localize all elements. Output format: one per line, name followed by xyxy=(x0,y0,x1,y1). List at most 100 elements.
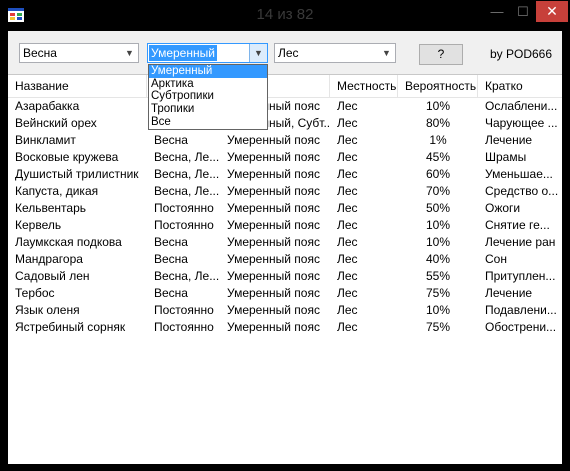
chevron-down-icon[interactable]: ▼ xyxy=(121,44,138,62)
table-header: Название Местность Вероятность Кратко xyxy=(8,75,562,98)
cell-chance: 10% xyxy=(425,303,451,317)
app-window: 14 из 82 — ☐ ✕ Весна ▼ Умеренный ▼ Лес ▼… xyxy=(0,0,570,471)
table-row[interactable]: Капуста, дикая Весна, Ле... Умеренный пояс… xyxy=(8,183,562,200)
help-button[interactable]: ? xyxy=(419,44,463,65)
table-row[interactable]: Ястребиный сорняк Постоянно Умеренный пояс… xyxy=(8,319,562,336)
cell-name: Кервель xyxy=(15,218,62,232)
cell-zone: Умеренный пояс xyxy=(227,167,320,181)
cell-summary: Лечение xyxy=(485,133,533,147)
column-header-terrain[interactable]: Местность xyxy=(330,75,398,97)
cell-terrain: Лес xyxy=(337,252,358,266)
author-label: by POD666 xyxy=(490,47,553,61)
cell-zone: Умеренный пояс xyxy=(227,218,320,232)
cell-terrain: Лес xyxy=(337,201,358,215)
terrain-select[interactable]: Лес ▼ xyxy=(274,43,396,63)
cell-terrain: Лес xyxy=(337,218,358,232)
table-row[interactable]: Тербос Весна Умеренный пояс Лес 75% Лечение xyxy=(8,285,562,302)
cell-zone: Умеренный пояс xyxy=(227,286,320,300)
table-row[interactable]: Вейнский орех Умеренный, Субт... Лес 80% Чар… xyxy=(8,115,562,132)
chevron-down-icon[interactable]: ▼ xyxy=(249,44,267,62)
table-row[interactable]: Садовый лен Весна, Ле... Умеренный пояс Лес… xyxy=(8,268,562,285)
table-row[interactable]: Кервель Постоянно Умеренный пояс Лес 10% Снят… xyxy=(8,217,562,234)
table-row[interactable]: Мандрагора Весна Умеренный пояс Лес 40% Сон xyxy=(8,251,562,268)
cell-name: Винкламит xyxy=(15,133,76,147)
cell-chance: 70% xyxy=(425,184,451,198)
minimize-button[interactable]: — xyxy=(484,1,510,22)
cell-zone: Умеренный пояс xyxy=(227,252,320,266)
cell-zone: Умеренный пояс xyxy=(227,235,320,249)
cell-season: Весна, Ле... xyxy=(154,167,220,181)
cell-chance: 40% xyxy=(425,252,451,266)
table-row[interactable]: Азарабакка Умеренный пояс Лес 10% Ослаблени.… xyxy=(8,98,562,115)
table-row[interactable]: Винкламит Весна Умеренный пояс Лес 1% Лечение xyxy=(8,132,562,149)
cell-chance: 10% xyxy=(425,99,451,113)
cell-chance: 55% xyxy=(425,269,451,283)
cell-chance: 10% xyxy=(425,218,451,232)
column-header-summary[interactable]: Кратко xyxy=(478,75,562,97)
cell-name: Садовый лен xyxy=(15,269,90,283)
chevron-down-icon[interactable]: ▼ xyxy=(378,44,395,62)
cell-terrain: Лес xyxy=(337,235,358,249)
zone-option[interactable]: Субтропики xyxy=(149,90,267,103)
cell-season: Весна, Ле... xyxy=(154,269,220,283)
season-select-value: Весна xyxy=(23,46,57,60)
cell-summary: Шрамы xyxy=(485,150,527,164)
cell-name: Кельвентарь xyxy=(15,201,87,215)
cell-terrain: Лес xyxy=(337,99,358,113)
cell-season: Весна, Ле... xyxy=(154,184,220,198)
cell-summary: Чарующее ... xyxy=(485,116,558,130)
close-button[interactable]: ✕ xyxy=(536,1,568,22)
herbs-table[interactable]: Название Местность Вероятность Кратко Аз… xyxy=(8,74,562,464)
zone-option[interactable]: Умеренный xyxy=(149,65,267,78)
cell-name: Восковые кружева xyxy=(15,150,119,164)
cell-summary: Ожоги xyxy=(485,201,521,215)
cell-terrain: Лес xyxy=(337,133,358,147)
zone-select[interactable]: Умеренный ▼ xyxy=(147,43,268,63)
zone-dropdown-list: Умеренный Арктика Субтропики Тропики Все xyxy=(148,64,268,130)
cell-summary: Сон xyxy=(485,252,507,266)
maximize-button[interactable]: ☐ xyxy=(510,1,536,22)
cell-summary: Средство о... xyxy=(485,184,559,198)
zone-option[interactable]: Все xyxy=(149,116,267,129)
cell-chance: 75% xyxy=(425,320,451,334)
table-row[interactable]: Язык оленя Постоянно Умеренный пояс Лес 10% П… xyxy=(8,302,562,319)
cell-terrain: Лес xyxy=(337,269,358,283)
cell-name: Душистый трилистник xyxy=(15,167,139,181)
cell-name: Лаумкская подкова xyxy=(15,235,122,249)
cell-summary: Снятие ге... xyxy=(485,218,550,232)
terrain-select-value: Лес xyxy=(278,46,299,60)
cell-zone: Умеренный пояс xyxy=(227,184,320,198)
cell-name: Ястребиный сорняк xyxy=(15,320,126,334)
cell-summary: Ослаблени... xyxy=(485,99,558,113)
zone-option[interactable]: Тропики xyxy=(149,103,267,116)
table-row[interactable]: Душистый трилистник Весна, Ле... Умеренный… xyxy=(8,166,562,183)
cell-chance: 60% xyxy=(425,167,451,181)
cell-season: Весна xyxy=(154,286,188,300)
cell-zone: Умеренный пояс xyxy=(227,303,320,317)
cell-season: Постоянно xyxy=(154,201,214,215)
cell-name: Мандрагора xyxy=(15,252,83,266)
cell-summary: Обострени... xyxy=(485,320,557,334)
cell-chance: 45% xyxy=(425,150,451,164)
cell-season: Постоянно xyxy=(154,303,214,317)
cell-chance: 1% xyxy=(429,133,447,147)
cell-summary: Лечение xyxy=(485,286,533,300)
column-header-name[interactable]: Название xyxy=(8,75,147,97)
table-row[interactable]: Кельвентарь Постоянно Умеренный пояс Лес 50%… xyxy=(8,200,562,217)
cell-name: Тербос xyxy=(15,286,55,300)
table-row[interactable]: Лаумкская подкова Весна Умеренный пояс Лес 1… xyxy=(8,234,562,251)
zone-option[interactable]: Арктика xyxy=(149,78,267,91)
cell-season: Постоянно xyxy=(154,320,214,334)
cell-summary: Уменьшае... xyxy=(485,167,553,181)
cell-name: Капуста, дикая xyxy=(15,184,99,198)
cell-season: Весна, Ле... xyxy=(154,150,220,164)
title-bar: 14 из 82 — ☐ ✕ xyxy=(0,0,570,30)
client-area: Весна ▼ Умеренный ▼ Лес ▼ ? by POD666 На… xyxy=(8,31,562,464)
cell-name: Язык оленя xyxy=(15,303,80,317)
cell-name: Вейнский орех xyxy=(15,116,97,130)
cell-name: Азарабакка xyxy=(15,99,80,113)
table-row[interactable]: Восковые кружева Весна, Ле... Умеренный по… xyxy=(8,149,562,166)
season-select[interactable]: Весна ▼ xyxy=(19,43,139,63)
cell-terrain: Лес xyxy=(337,150,358,164)
column-header-chance[interactable]: Вероятность xyxy=(398,75,478,97)
